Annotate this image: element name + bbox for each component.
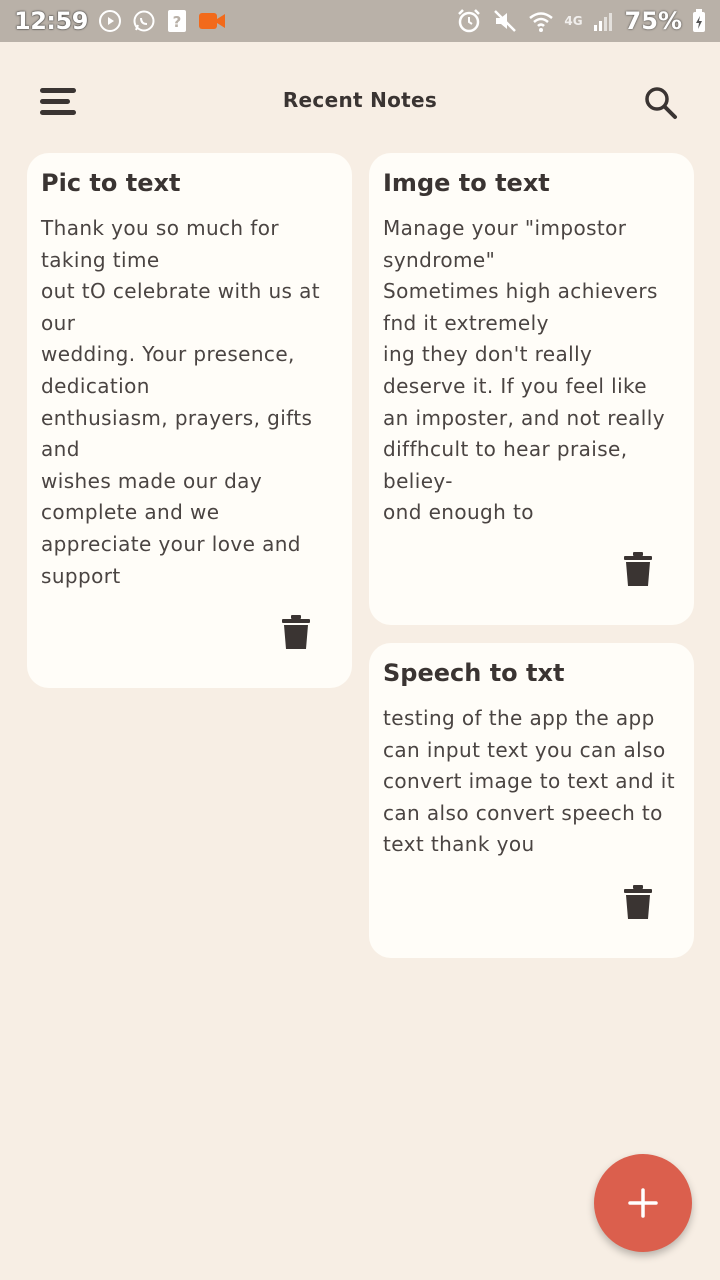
wifi-icon [528, 9, 554, 33]
unknown-file-icon: ? [166, 9, 188, 33]
note-body: Manage your "impostor syndrome" Sometime… [383, 216, 665, 525]
add-note-button[interactable] [594, 1154, 692, 1252]
plus-icon [628, 1188, 658, 1218]
svg-text:?: ? [173, 13, 182, 31]
delete-icon[interactable] [624, 552, 652, 586]
note-title: Pic to text [41, 169, 181, 197]
video-camera-icon [198, 10, 226, 32]
status-time: 12:59 [14, 7, 88, 35]
note-body: Thank you so much for taking time out tO… [41, 216, 321, 588]
delete-icon[interactable] [282, 615, 310, 649]
search-icon[interactable] [640, 82, 680, 122]
play-icon [98, 9, 122, 33]
app-bar: Recent Notes [0, 42, 720, 162]
delete-icon[interactable] [624, 885, 652, 919]
alarm-icon [456, 8, 482, 34]
signal-icon [593, 10, 615, 32]
status-bar: 12:59 ? 4G 75% [0, 0, 720, 42]
note-title: Speech to txt [383, 659, 565, 687]
battery-charging-icon [692, 9, 706, 33]
whatsapp-icon [132, 9, 156, 33]
page-title: Recent Notes [282, 88, 438, 112]
note-card[interactable]: Pic to text Thank you so much for taking… [27, 153, 352, 688]
note-card[interactable]: Speech to txt testing of the app the app… [369, 643, 694, 958]
mute-icon [492, 8, 518, 34]
note-card[interactable]: Imge to text Manage your "impostor syndr… [369, 153, 694, 625]
status-bar-right: 4G 75% [456, 7, 706, 35]
battery-percent: 75% [624, 7, 682, 35]
network-type: 4G [564, 14, 583, 28]
note-title: Imge to text [383, 169, 550, 197]
note-body: testing of the app the app can input tex… [383, 706, 675, 857]
status-bar-left: 12:59 ? [14, 7, 226, 35]
